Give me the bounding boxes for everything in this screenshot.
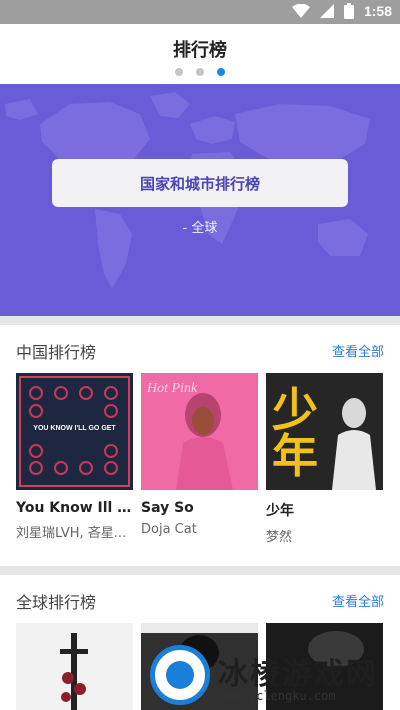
- album-art-icon: [16, 623, 133, 710]
- song-artist: Doja Cat: [141, 522, 197, 537]
- album-cover[interactable]: 少年: [266, 373, 383, 490]
- album-cover[interactable]: [16, 623, 133, 710]
- song-artist: 刘星瑞LVH, 吝星...: [16, 526, 127, 541]
- wifi-icon: [291, 4, 310, 18]
- song-card[interactable]: Hot Pink Say So Doja Cat: [141, 373, 258, 545]
- song-card[interactable]: [16, 623, 133, 710]
- album-cover-text: YOU KNOW I'LL GO GET: [33, 425, 116, 432]
- page-indicator: [0, 68, 400, 76]
- album-cover[interactable]: YOU KNOW I'LL GO GET: [16, 373, 133, 490]
- battery-icon: [343, 3, 354, 19]
- song-artist: 梦然: [266, 530, 293, 545]
- signal-icon: [319, 4, 334, 18]
- album-cover-text: 少年: [272, 383, 318, 483]
- app-header: 排行榜: [0, 24, 400, 84]
- watermark-logo-icon: [150, 645, 210, 705]
- page-title: 排行榜: [173, 40, 227, 61]
- china-chart-section: 中国排行榜 查看全部 YOU KNOW I'LL GO GET You Know…: [0, 325, 400, 566]
- see-all-link[interactable]: 查看全部: [332, 341, 384, 360]
- region-label: - 全球: [182, 221, 218, 236]
- city-charts-button[interactable]: 国家和城市排行榜: [52, 159, 348, 207]
- section-divider: [0, 566, 400, 575]
- page-dot-3-active[interactable]: [217, 68, 225, 76]
- section-title: 中国排行榜: [16, 343, 97, 362]
- watermark: 冰棱游戏网 www.yclengku.com: [148, 645, 398, 707]
- page-dot-2[interactable]: [196, 68, 204, 76]
- page-dot-1[interactable]: [175, 68, 183, 76]
- album-cover[interactable]: Hot Pink: [141, 373, 258, 490]
- song-title: You Know Ill G...: [16, 500, 133, 516]
- watermark-text: 冰棱游戏网: [218, 657, 378, 692]
- section-title: 全球排行榜: [16, 593, 97, 612]
- watermark-url: www.yclengku.com: [220, 689, 336, 703]
- status-time: 1:58: [363, 3, 392, 19]
- song-title: 少年: [266, 503, 294, 519]
- song-card[interactable]: YOU KNOW I'LL GO GET You Know Ill G... 刘…: [16, 373, 133, 545]
- see-all-link[interactable]: 查看全部: [332, 591, 384, 610]
- song-card[interactable]: 少年 少年 梦然: [266, 373, 383, 545]
- city-charts-banner[interactable]: 国家和城市排行榜 - 全球: [0, 84, 400, 316]
- album-cover-text: Hot Pink: [147, 381, 198, 396]
- status-bar: 1:58: [0, 0, 400, 24]
- section-divider: [0, 316, 400, 325]
- song-title: Say So: [141, 500, 194, 516]
